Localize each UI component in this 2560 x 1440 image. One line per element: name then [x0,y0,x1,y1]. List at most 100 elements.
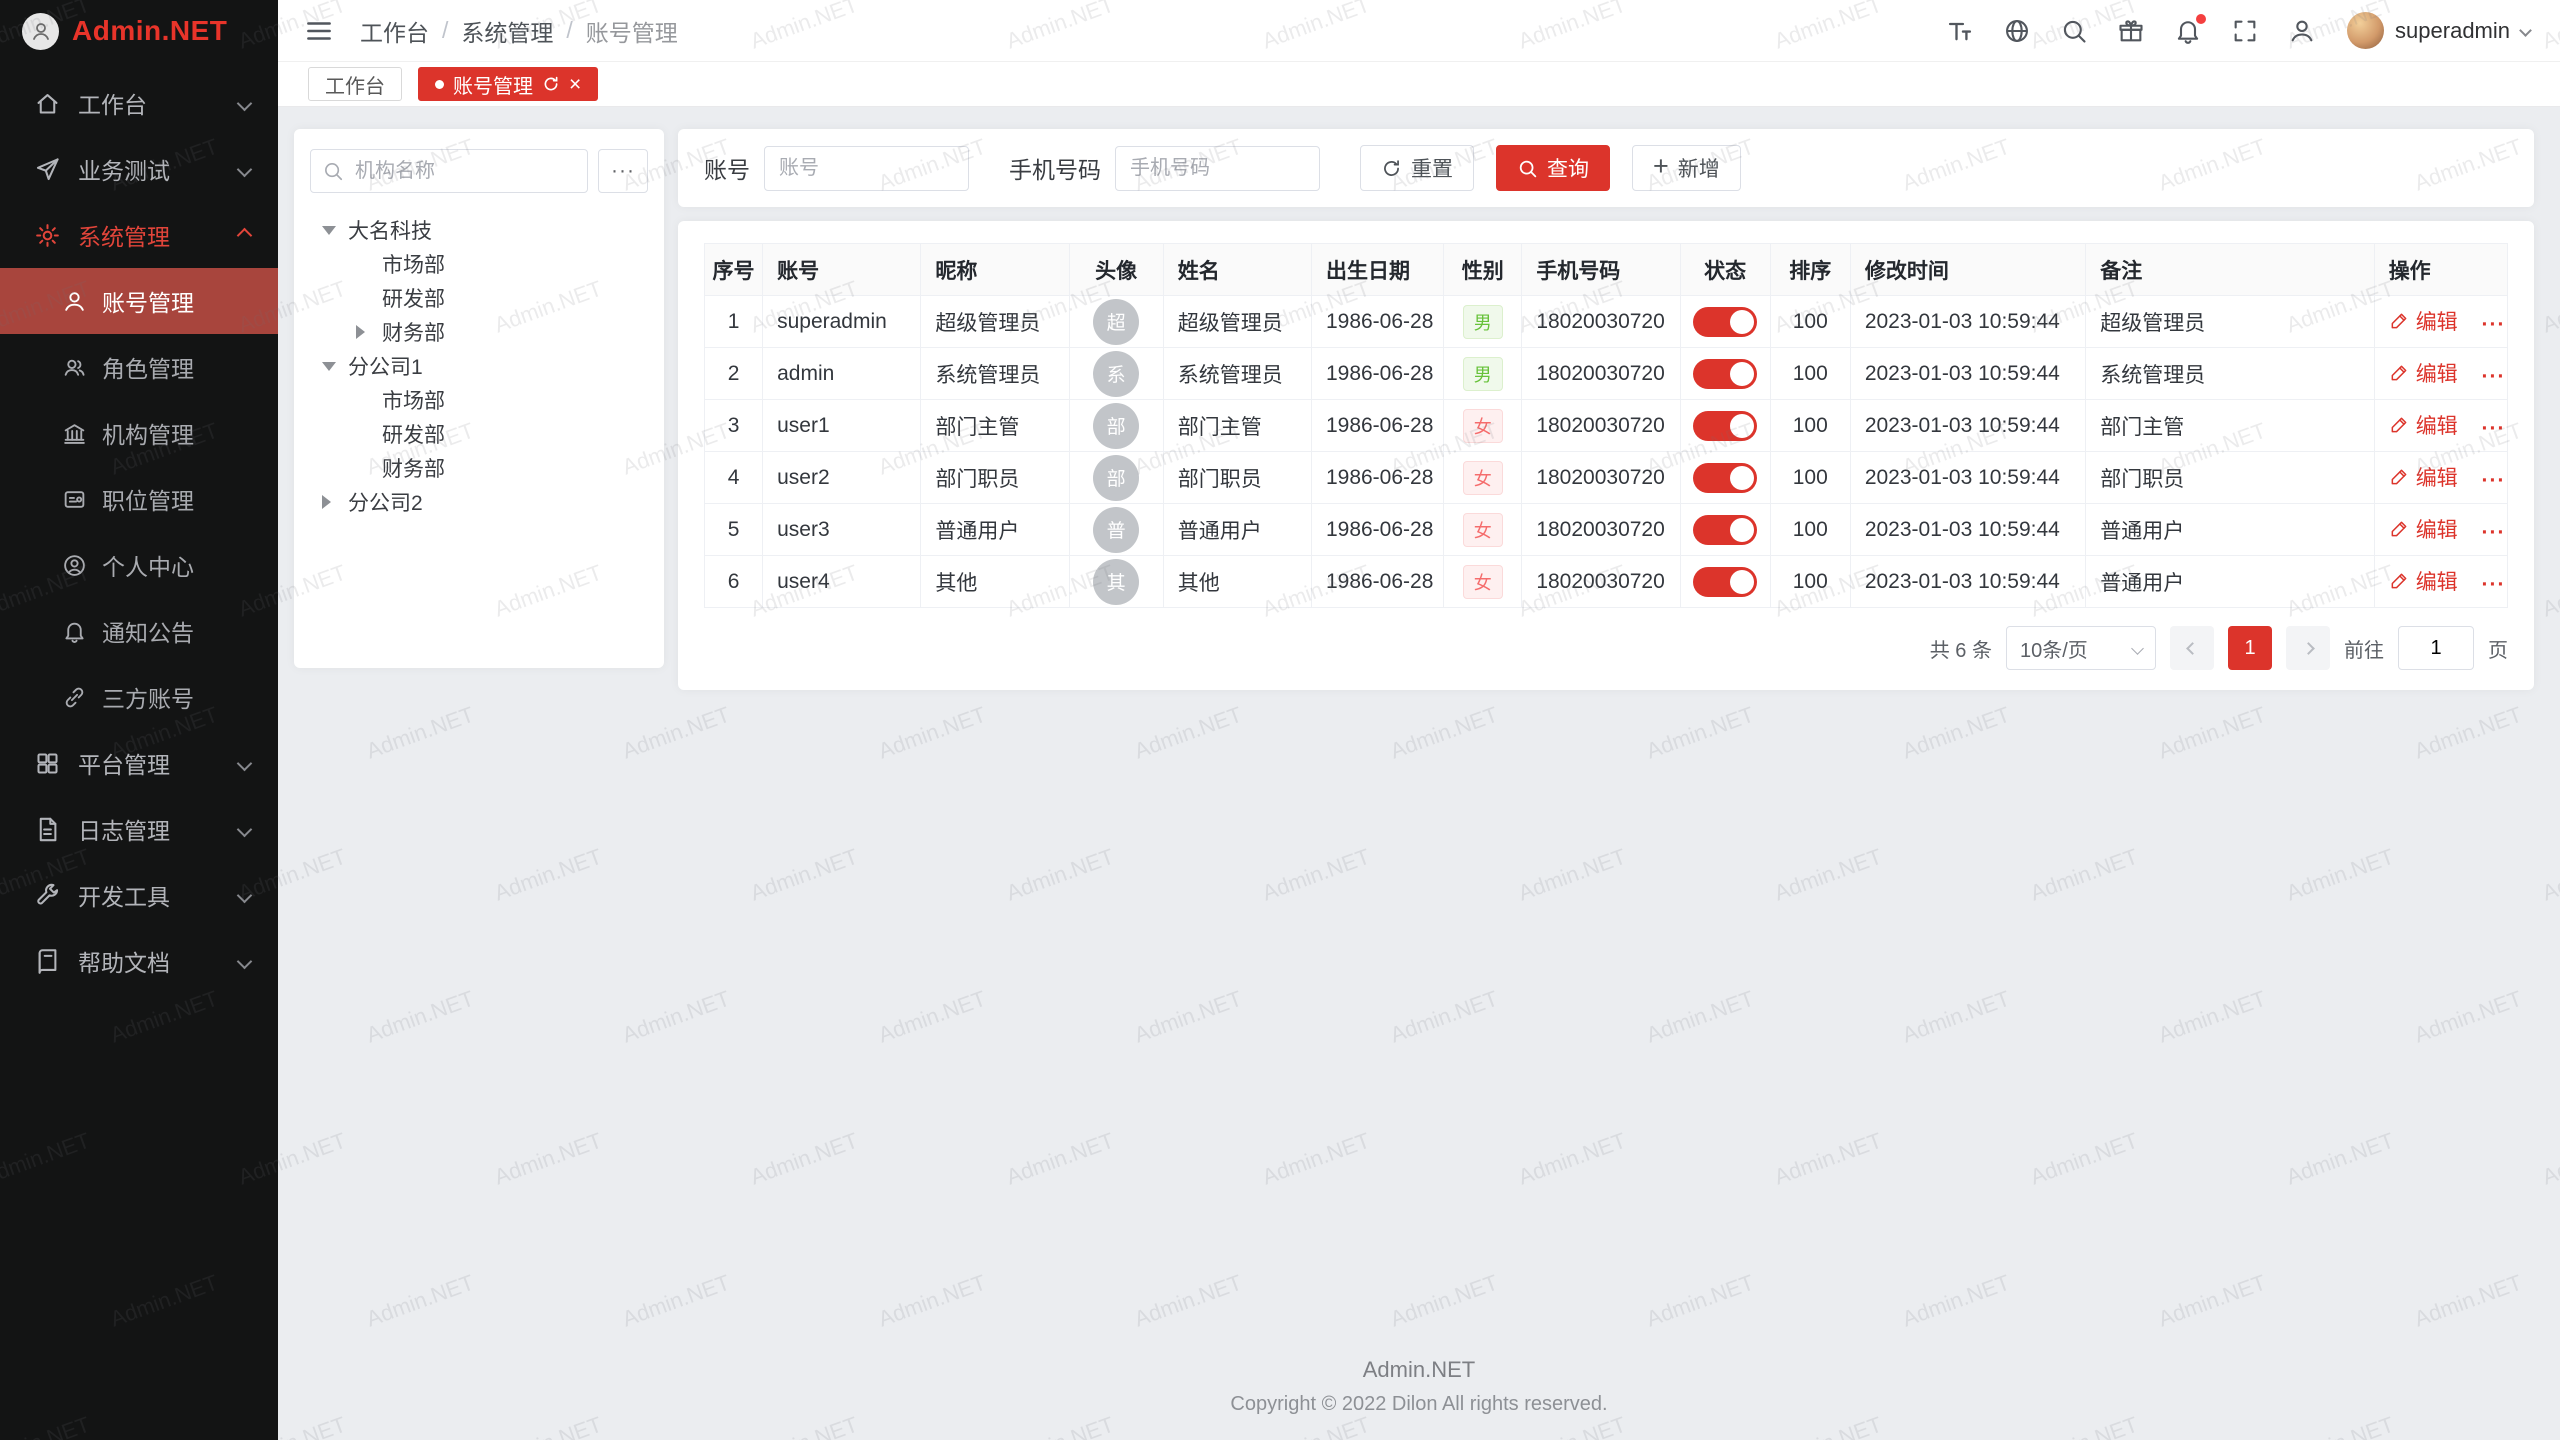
sidebar-item-org-management[interactable]: 机构管理 [0,400,278,466]
status-toggle[interactable] [1693,359,1757,389]
cell-nickname: 其他 [921,556,1069,608]
bank-icon [62,421,87,446]
edit-button[interactable]: 编辑 [2389,566,2458,596]
more-actions-button[interactable]: ··· [2482,521,2506,544]
prev-page-button[interactable] [2170,626,2214,670]
toggle-knob [1730,362,1754,386]
tree-node[interactable]: 分公司1 [310,349,648,383]
tree-node[interactable]: 研发部 [310,281,648,315]
paper-plane-icon [34,156,61,183]
tab-workbench[interactable]: 工作台 [308,67,402,101]
tree-more-button[interactable]: ··· [598,149,648,193]
cell-birth-date: 1986-06-28 [1311,400,1443,452]
footer-copyright: Copyright © 2022 Dilon All rights reserv… [278,1393,2560,1416]
sidebar-item-label: 平台管理 [78,746,170,780]
user-menu[interactable]: superadmin [2347,12,2530,49]
tree-node[interactable]: 大名科技 [310,213,648,247]
edit-button[interactable]: 编辑 [2389,306,2458,336]
user-icon[interactable] [2286,15,2318,47]
phone-filter-input[interactable] [1115,146,1320,191]
column-header: 备注 [2086,244,2374,296]
org-name-search-input[interactable] [310,149,588,193]
sidebar-item-system-management[interactable]: 系统管理 [0,202,278,268]
edit-button[interactable]: 编辑 [2389,410,2458,440]
column-header: 操作 [2374,244,2507,296]
sidebar-item-business-test[interactable]: 业务测试 [0,136,278,202]
status-toggle[interactable] [1693,411,1757,441]
bell-icon [62,619,87,644]
caret-right-icon[interactable] [322,495,331,509]
status-toggle[interactable] [1693,567,1757,597]
breadcrumb-item[interactable]: 工作台 [360,14,429,48]
edit-button[interactable]: 编辑 [2389,514,2458,544]
tree-node-label: 研发部 [382,419,445,449]
caret-right-icon[interactable] [356,325,365,339]
status-toggle[interactable] [1693,515,1757,545]
tree-node[interactable]: 财务部 [310,451,648,485]
reset-button[interactable]: 重置 [1360,145,1474,191]
edit-label: 编辑 [2416,514,2458,544]
account-filter-input[interactable] [764,146,969,191]
sidebar-item-platform-management[interactable]: 平台管理 [0,730,278,796]
grid-icon [34,750,61,777]
tree-node[interactable]: 市场部 [310,383,648,417]
refresh-icon[interactable] [542,75,560,93]
sidebar-item-log-management[interactable]: 日志管理 [0,796,278,862]
more-actions-button[interactable]: ··· [2482,573,2506,596]
user-avatar [2347,12,2384,49]
document-icon [34,816,61,843]
avatar: 普 [1093,507,1139,553]
hamburger-menu-icon[interactable] [304,16,334,46]
sidebar-item-personal-center[interactable]: 个人中心 [0,532,278,598]
tab-account-management[interactable]: 账号管理 × [418,67,598,101]
gender-badge: 男 [1463,357,1503,391]
current-page-button[interactable]: 1 [2228,626,2272,670]
sidebar-item-help-docs[interactable]: 帮助文档 [0,928,278,994]
sidebar-item-third-party-account[interactable]: 三方账号 [0,664,278,730]
sidebar-item-notice[interactable]: 通知公告 [0,598,278,664]
column-header: 头像 [1069,244,1163,296]
edit-pencil-icon [2389,467,2409,487]
status-toggle[interactable] [1693,463,1757,493]
font-size-icon[interactable] [1944,15,1976,47]
more-actions-button[interactable]: ··· [2482,469,2506,492]
sidebar-item-position-management[interactable]: 职位管理 [0,466,278,532]
tree-node[interactable]: 财务部 [310,315,648,349]
more-actions-button[interactable]: ··· [2482,417,2506,440]
edit-label: 编辑 [2416,410,2458,440]
table-row: 4 user2 部门职员 部 部门职员 1986-06-28 女 1802003… [705,452,2508,504]
search-icon[interactable] [2058,15,2090,47]
status-toggle[interactable] [1693,307,1757,337]
cell-nickname: 部门职员 [921,452,1069,504]
edit-button[interactable]: 编辑 [2389,358,2458,388]
more-actions-button[interactable]: ··· [2482,365,2506,388]
cell-modified-time: 2023-01-03 10:59:44 [1850,296,2085,348]
tree-node[interactable]: 研发部 [310,417,648,451]
caret-down-icon[interactable] [322,362,336,371]
globe-icon[interactable] [2001,15,2033,47]
query-button[interactable]: 查询 [1496,145,1610,191]
sidebar-item-dev-tools[interactable]: 开发工具 [0,862,278,928]
more-actions-button[interactable]: ··· [2482,313,2506,336]
gift-icon[interactable] [2115,15,2147,47]
goto-page-input[interactable] [2398,626,2474,670]
sidebar-item-workbench[interactable]: 工作台 [0,70,278,136]
notification-bell-icon[interactable] [2172,15,2204,47]
caret-down-icon[interactable] [322,226,336,235]
cell-birth-date: 1986-06-28 [1311,296,1443,348]
close-icon[interactable]: × [569,74,581,95]
tree-node[interactable]: 市场部 [310,247,648,281]
cell-avatar: 部 [1069,400,1163,452]
sidebar-item-role-management[interactable]: 角色管理 [0,334,278,400]
sidebar-item-account-management[interactable]: 账号管理 [0,268,278,334]
main-column: 工作台 / 系统管理 / 账号管理 [278,0,2560,1440]
add-button[interactable]: + 新增 [1632,145,1741,191]
edit-button[interactable]: 编辑 [2389,462,2458,492]
column-header: 出生日期 [1311,244,1443,296]
tree-node[interactable]: 分公司2 [310,485,648,519]
column-header: 账号 [763,244,921,296]
page-size-select[interactable]: 10条/页 [2006,626,2156,670]
breadcrumb-item[interactable]: 系统管理 [461,14,553,48]
next-page-button[interactable] [2286,626,2330,670]
fullscreen-icon[interactable] [2229,15,2261,47]
